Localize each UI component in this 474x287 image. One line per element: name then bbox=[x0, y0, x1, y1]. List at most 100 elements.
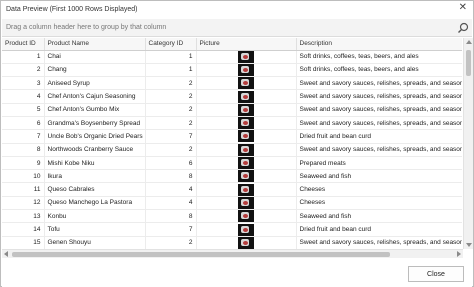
cell-category-id[interactable]: 1 bbox=[145, 50, 197, 64]
cell-category-id[interactable]: 8 bbox=[145, 209, 197, 224]
cell-product-name[interactable]: Chef Anton's Cajun Seasoning bbox=[44, 89, 146, 104]
table-row[interactable]: 10 Ikura 8 Seaweed and fish bbox=[2, 169, 462, 184]
table-row[interactable]: 6 Grandma's Boysenberry Spread 2 Sweet and … bbox=[2, 116, 462, 131]
search-icon[interactable] bbox=[457, 22, 469, 34]
cell-product-id[interactable]: 14 bbox=[2, 222, 45, 237]
cell-product-name[interactable]: Queso Cabrales bbox=[44, 182, 146, 197]
cell-product-id[interactable]: 13 bbox=[2, 209, 45, 224]
cell-picture[interactable] bbox=[196, 222, 297, 237]
cell-product-id[interactable]: 11 bbox=[2, 182, 45, 197]
cell-picture[interactable] bbox=[196, 63, 297, 78]
cell-picture[interactable] bbox=[196, 143, 297, 157]
cell-product-name[interactable]: Konbu bbox=[44, 209, 146, 224]
vertical-scroll-thumb[interactable] bbox=[466, 50, 471, 76]
cell-category-id[interactable]: 7 bbox=[145, 222, 197, 237]
cell-product-id[interactable]: 8 bbox=[2, 143, 45, 157]
cell-product-name[interactable]: Queso Manchego La Pastora bbox=[44, 196, 146, 211]
scroll-left-icon[interactable] bbox=[4, 251, 8, 257]
cell-picture[interactable] bbox=[196, 129, 297, 144]
cell-picture[interactable] bbox=[196, 89, 297, 104]
cell-description[interactable]: Cheeses bbox=[296, 182, 462, 197]
cell-picture[interactable] bbox=[196, 50, 297, 64]
cell-category-id[interactable]: 8 bbox=[145, 169, 197, 184]
table-row[interactable]: 9 Mishi Kobe Niku 6 Prepared meats bbox=[2, 156, 462, 171]
cell-product-id[interactable]: 1 bbox=[2, 50, 45, 64]
cell-product-id[interactable]: 7 bbox=[2, 129, 45, 144]
cell-product-id[interactable]: 6 bbox=[2, 116, 45, 131]
column-header-picture[interactable]: Picture bbox=[196, 38, 297, 51]
cell-product-name[interactable]: Chang bbox=[44, 63, 146, 78]
cell-picture[interactable] bbox=[196, 209, 297, 224]
table-row[interactable]: 2 Chang 1 Soft drinks, coffees, teas, beers… bbox=[2, 63, 462, 78]
cell-product-name[interactable]: Chef Anton's Gumbo Mix bbox=[44, 103, 146, 117]
close-button[interactable]: Close bbox=[408, 266, 464, 282]
cell-category-id[interactable]: 7 bbox=[145, 129, 197, 144]
cell-description[interactable]: Sweet and savory sauces, relishes, sprea… bbox=[296, 103, 462, 117]
cell-product-id[interactable]: 9 bbox=[2, 156, 45, 171]
table-row[interactable]: 8 Northwoods Cranberry Sauce 2 Sweet and sa… bbox=[2, 143, 462, 157]
cell-product-name[interactable]: Aniseed Syrup bbox=[44, 76, 146, 91]
scroll-down-icon[interactable] bbox=[466, 243, 472, 247]
cell-category-id[interactable]: 2 bbox=[145, 89, 197, 104]
cell-category-id[interactable]: 2 bbox=[145, 76, 197, 91]
horizontal-scrollbar[interactable] bbox=[2, 249, 463, 258]
cell-picture[interactable] bbox=[196, 76, 297, 91]
cell-category-id[interactable]: 2 bbox=[145, 236, 197, 249]
cell-category-id[interactable]: 2 bbox=[145, 103, 197, 117]
cell-picture[interactable] bbox=[196, 182, 297, 197]
close-icon[interactable]: ✕ bbox=[459, 3, 467, 13]
table-row[interactable]: 12 Queso Manchego La Pastora 4 Cheeses bbox=[2, 196, 462, 211]
column-header-product-name[interactable]: Product Name bbox=[44, 38, 146, 51]
table-row[interactable]: 11 Queso Cabrales 4 Cheeses bbox=[2, 182, 462, 197]
cell-product-name[interactable]: Mishi Kobe Niku bbox=[44, 156, 146, 171]
cell-description[interactable]: Soft drinks, coffees, teas, beers, and a… bbox=[296, 63, 462, 78]
cell-category-id[interactable]: 6 bbox=[145, 156, 197, 171]
group-by-panel[interactable]: Drag a column header here to group by th… bbox=[2, 19, 472, 37]
cell-category-id[interactable]: 1 bbox=[145, 63, 197, 78]
cell-product-name[interactable]: Grandma's Boysenberry Spread bbox=[44, 116, 146, 131]
cell-description[interactable]: Sweet and savory sauces, relishes, sprea… bbox=[296, 76, 462, 91]
cell-description[interactable]: Cheeses bbox=[296, 196, 462, 211]
cell-description[interactable]: Dried fruit and bean curd bbox=[296, 129, 462, 144]
cell-product-id[interactable]: 4 bbox=[2, 89, 45, 104]
cell-picture[interactable] bbox=[196, 116, 297, 131]
table-row[interactable]: 5 Chef Anton's Gumbo Mix 2 Sweet and savory… bbox=[2, 103, 462, 117]
cell-product-name[interactable]: Tofu bbox=[44, 222, 146, 237]
cell-product-name[interactable]: Ikura bbox=[44, 169, 146, 184]
table-row[interactable]: 4 Chef Anton's Cajun Seasoning 2 Sweet and … bbox=[2, 89, 462, 104]
vertical-scrollbar[interactable] bbox=[463, 38, 473, 249]
scroll-right-icon[interactable] bbox=[457, 251, 461, 257]
cell-category-id[interactable]: 2 bbox=[145, 143, 197, 157]
table-row[interactable]: 1 Chai 1 Soft drinks, coffees, teas, beers,… bbox=[2, 50, 462, 64]
cell-product-name[interactable]: Genen Shouyu bbox=[44, 236, 146, 249]
cell-product-id[interactable]: 12 bbox=[2, 196, 45, 211]
cell-product-name[interactable]: Uncle Bob's Organic Dried Pears bbox=[44, 129, 146, 144]
table-row[interactable]: 13 Konbu 8 Seaweed and fish bbox=[2, 209, 462, 224]
cell-description[interactable]: Seaweed and fish bbox=[296, 169, 462, 184]
horizontal-scroll-thumb[interactable] bbox=[12, 252, 390, 257]
cell-description[interactable]: Sweet and savory sauces, relishes, sprea… bbox=[296, 89, 462, 104]
table-row[interactable]: 3 Aniseed Syrup 2 Sweet and savory sauces, … bbox=[2, 76, 462, 91]
cell-product-name[interactable]: Northwoods Cranberry Sauce bbox=[44, 143, 146, 157]
cell-product-id[interactable]: 3 bbox=[2, 76, 45, 91]
cell-category-id[interactable]: 4 bbox=[145, 182, 197, 197]
column-header-product-id[interactable]: Product ID bbox=[2, 38, 45, 51]
cell-description[interactable]: Soft drinks, coffees, teas, beers, and a… bbox=[296, 50, 462, 64]
table-row[interactable]: 14 Tofu 7 Dried fruit and bean curd bbox=[2, 222, 462, 237]
cell-description[interactable]: Seaweed and fish bbox=[296, 209, 462, 224]
cell-picture[interactable] bbox=[196, 156, 297, 171]
cell-description[interactable]: Sweet and savory sauces, relishes, sprea… bbox=[296, 143, 462, 157]
cell-description[interactable]: Sweet and savory sauces, relishes, sprea… bbox=[296, 116, 462, 131]
table-row[interactable]: 7 Uncle Bob's Organic Dried Pears 7 Dried f… bbox=[2, 129, 462, 144]
cell-category-id[interactable]: 2 bbox=[145, 116, 197, 131]
cell-picture[interactable] bbox=[196, 236, 297, 249]
cell-product-id[interactable]: 5 bbox=[2, 103, 45, 117]
cell-product-id[interactable]: 15 bbox=[2, 236, 45, 249]
cell-picture[interactable] bbox=[196, 103, 297, 117]
column-header-category-id[interactable]: Category ID bbox=[145, 38, 197, 51]
cell-description[interactable]: Prepared meats bbox=[296, 156, 462, 171]
table-row[interactable]: 15 Genen Shouyu 2 Sweet and savory sauces, … bbox=[2, 236, 462, 249]
cell-product-id[interactable]: 2 bbox=[2, 63, 45, 78]
cell-description[interactable]: Sweet and savory sauces, relishes, sprea… bbox=[296, 236, 462, 249]
cell-product-id[interactable]: 10 bbox=[2, 169, 45, 184]
